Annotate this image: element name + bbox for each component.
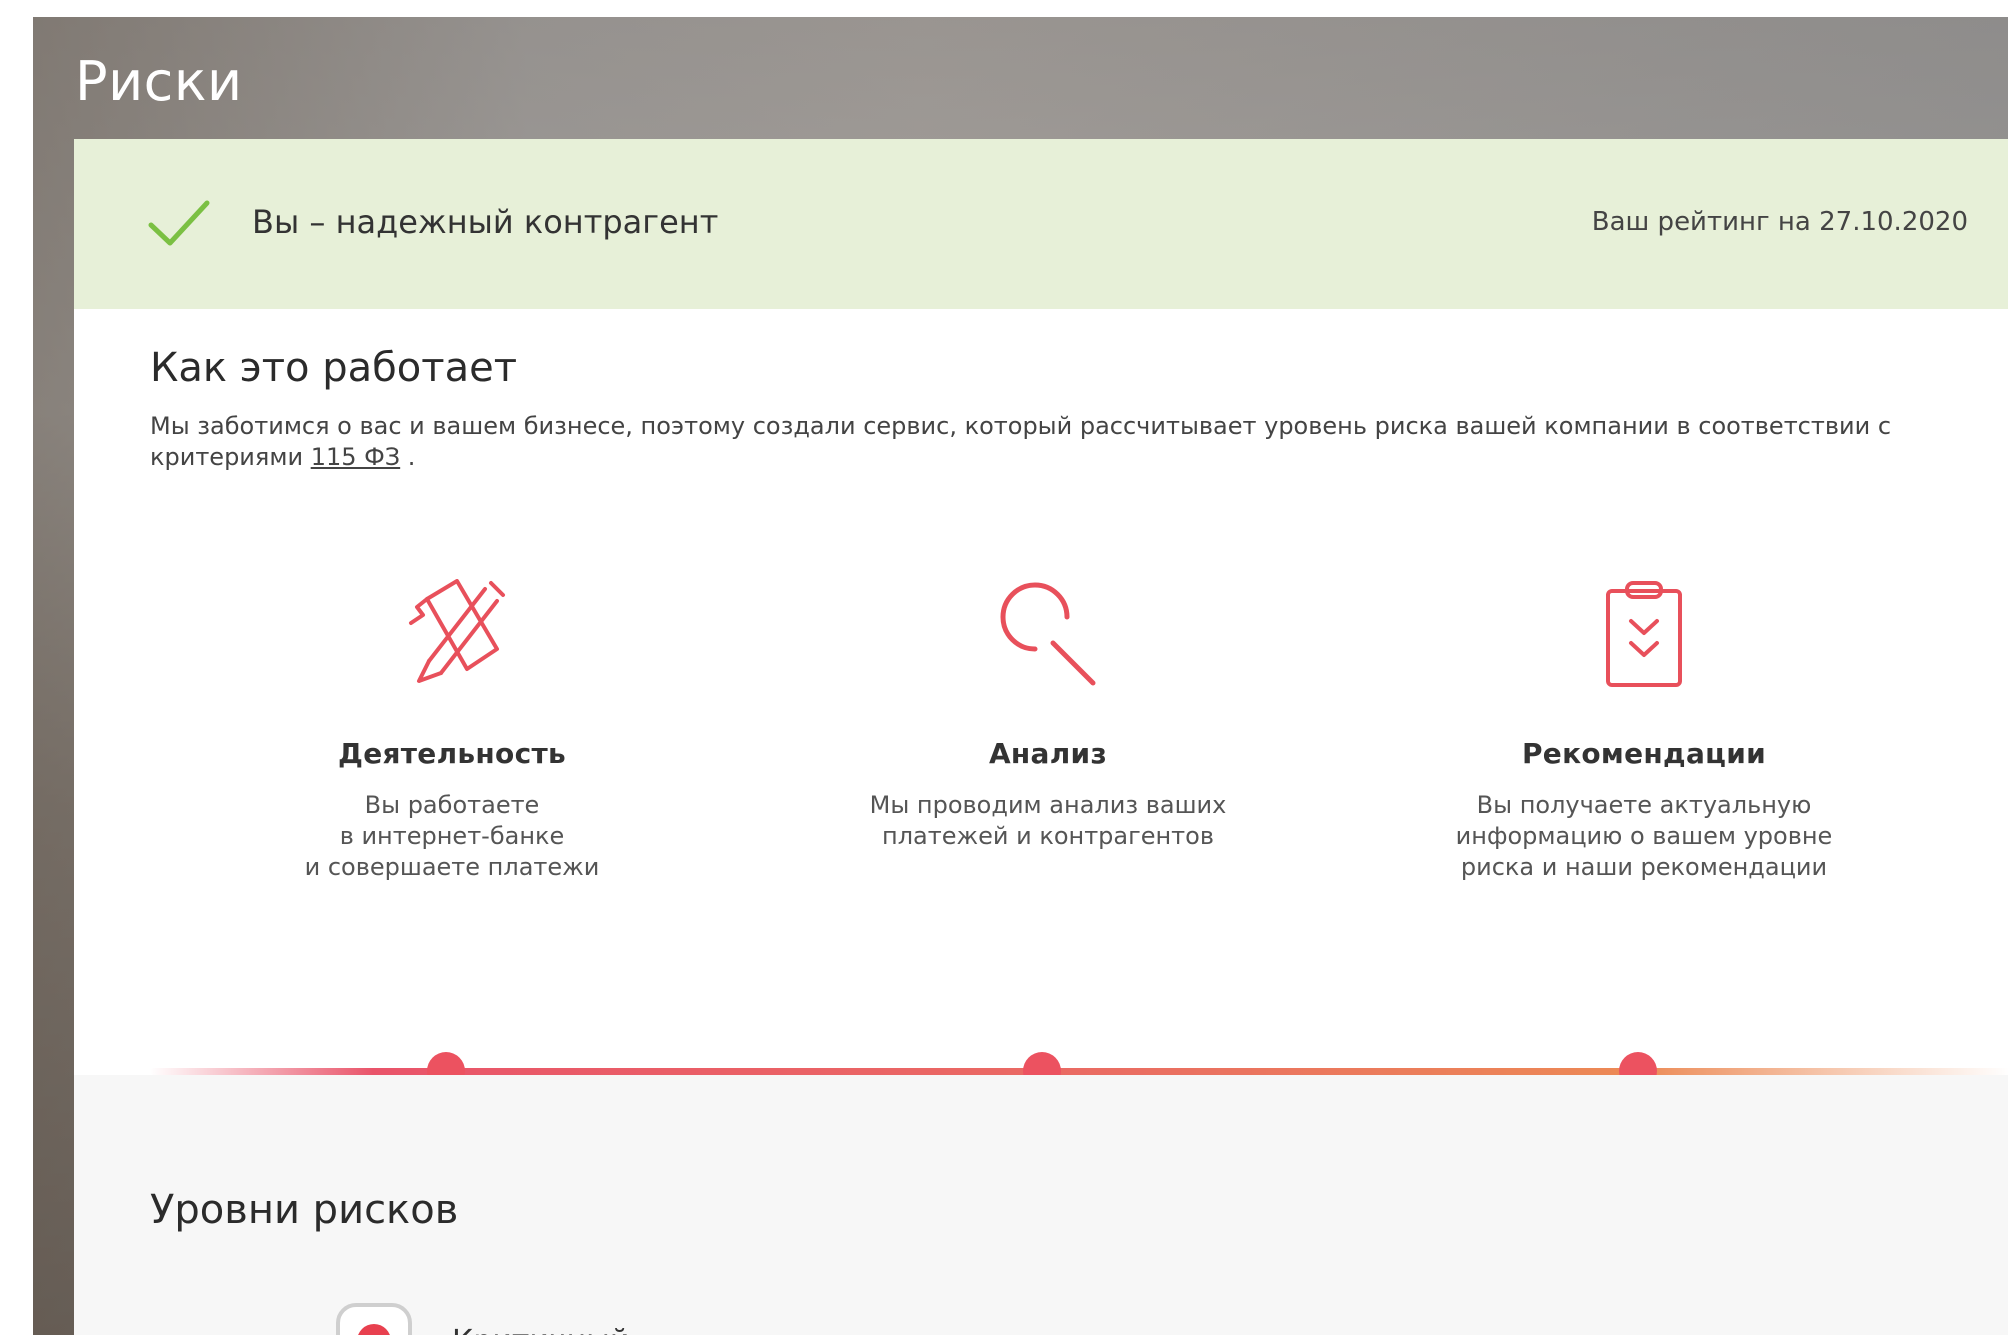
step-title: Рекомендации [1521, 737, 1767, 770]
law-115-link[interactable]: 115 ФЗ [311, 443, 400, 471]
magnifier-icon [1000, 582, 1096, 686]
risk-levels-section: Уровни рисков Критичный [74, 1075, 2008, 1335]
risk-level-label: Критичный [452, 1324, 629, 1335]
step-recommendations: Рекомендации Вы получаете актуальную инф… [1384, 579, 1904, 883]
risk-level-marker [336, 1303, 412, 1335]
step-description: Вы работаете в интернет-банке и совершае… [304, 791, 600, 881]
step-title: Анализ [988, 737, 1108, 770]
pen-document-icon [409, 579, 505, 683]
rating-date: Ваш рейтинг на 27.10.2020 [1591, 207, 1968, 237]
how-it-works-title: Как это работает [150, 345, 517, 391]
step-analysis: Анализ Мы проводим анализ ваших платежей… [788, 579, 1308, 852]
check-icon [148, 200, 210, 246]
status-text: Вы – надежный контрагент [252, 203, 719, 241]
step-activity: Деятельность Вы работаете в интернет-бан… [192, 579, 712, 883]
step-description: Мы проводим анализ ваших платежей и конт… [869, 791, 1227, 850]
risk-level-critical[interactable]: Критичный [336, 1303, 629, 1335]
intro-text: Мы заботимся о вас и вашем бизнесе, поэт… [150, 411, 2008, 473]
page-title: Риски [75, 50, 243, 113]
step-title: Деятельность [337, 737, 567, 770]
step-description: Вы получаете актуальную информацию о ваш… [1455, 791, 1833, 881]
critical-dot-icon [357, 1324, 391, 1335]
clipboard-check-icon [1606, 581, 1682, 687]
content-card: Вы – надежный контрагент Ваш рейтинг на … [74, 139, 2008, 1335]
status-banner: Вы – надежный контрагент Ваш рейтинг на … [74, 139, 2008, 309]
intro-text-end: . [400, 443, 416, 471]
risk-levels-title: Уровни рисков [150, 1187, 459, 1233]
